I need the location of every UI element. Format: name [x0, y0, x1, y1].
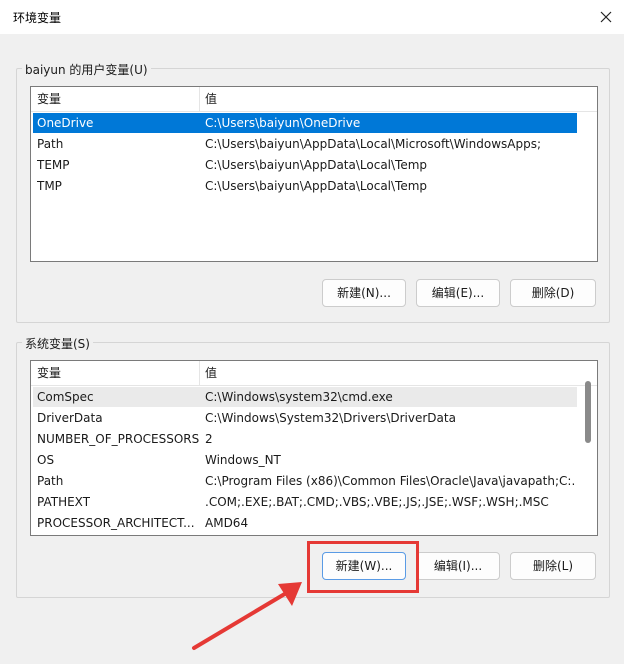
user-new-button[interactable]: 新建(N)...	[322, 279, 406, 307]
vertical-scrollbar[interactable]	[585, 381, 591, 443]
user-vars-header: 变量 值	[31, 87, 597, 112]
window-title: 环境变量	[13, 11, 62, 25]
system-vars-label: 系统变量(S)	[22, 335, 93, 352]
user-var-row[interactable]: TMP C:\Users\baiyun\AppData\Local\Temp	[33, 176, 577, 196]
var-value: AMD64	[205, 516, 249, 530]
var-name: OneDrive	[37, 116, 94, 130]
system-var-row[interactable]: NUMBER_OF_PROCESSORS 2	[33, 429, 577, 449]
system-vars-list[interactable]: 变量 值 ComSpec C:\Windows\system32\cmd.exe…	[30, 360, 598, 536]
var-name: OS	[37, 453, 55, 467]
title-bar: 环境变量	[0, 0, 624, 34]
system-var-row[interactable]: DriverData C:\Windows\System32\Drivers\D…	[33, 408, 577, 428]
var-value: C:\Users\baiyun\AppData\Local\Temp	[205, 158, 428, 172]
user-vars-label: baiyun 的用户变量(U)	[22, 61, 151, 78]
column-header-name[interactable]: 变量	[31, 361, 199, 385]
var-value: Windows_NT	[205, 453, 281, 467]
system-var-row[interactable]: PATHEXT .COM;.EXE;.BAT;.CMD;.VBS;.VBE;.J…	[33, 492, 577, 512]
system-var-row[interactable]: OS Windows_NT	[33, 450, 577, 470]
var-name: ComSpec	[37, 390, 94, 404]
var-name: PATHEXT	[37, 495, 91, 509]
var-value: C:\Users\baiyun\AppData\Local\Microsoft\…	[205, 137, 542, 151]
var-name: DriverData	[37, 411, 103, 425]
close-button[interactable]	[590, 2, 622, 32]
var-value: C:\Windows\system32\cmd.exe	[205, 390, 393, 404]
user-var-row[interactable]: OneDrive C:\Users\baiyun\OneDrive	[33, 113, 577, 133]
user-var-row[interactable]: TEMP C:\Users\baiyun\AppData\Local\Temp	[33, 155, 577, 175]
column-header-value[interactable]: 值	[199, 361, 217, 385]
user-edit-button[interactable]: 编辑(E)...	[416, 279, 500, 307]
var-value: C:\Windows\System32\Drivers\DriverData	[205, 411, 456, 425]
var-name: Path	[37, 137, 64, 151]
var-value: 2	[205, 432, 213, 446]
arrow-icon	[192, 582, 302, 650]
system-var-row[interactable]: PROCESSOR_ARCHITECT... AMD64	[33, 513, 577, 533]
column-header-value[interactable]: 值	[199, 87, 217, 111]
var-name: TMP	[37, 179, 62, 193]
var-name: PROCESSOR_ARCHITECT...	[37, 516, 195, 530]
system-delete-button[interactable]: 删除(L)	[510, 552, 596, 580]
user-var-row[interactable]: Path C:\Users\baiyun\AppData\Local\Micro…	[33, 134, 577, 154]
system-edit-button[interactable]: 编辑(I)...	[416, 552, 500, 580]
user-delete-button[interactable]: 删除(D)	[510, 279, 596, 307]
close-icon	[600, 11, 612, 23]
highlight-box	[307, 541, 419, 593]
user-vars-list[interactable]: 变量 值 OneDrive C:\Users\baiyun\OneDrive P…	[30, 86, 598, 262]
var-name: Path	[37, 474, 64, 488]
var-value: .COM;.EXE;.BAT;.CMD;.VBS;.VBE;.JS;.JSE;.…	[205, 495, 549, 509]
column-header-name[interactable]: 变量	[31, 87, 199, 111]
system-var-row[interactable]: ComSpec C:\Windows\system32\cmd.exe	[33, 387, 577, 407]
system-vars-header: 变量 值	[31, 361, 597, 386]
var-value: C:\Users\baiyun\AppData\Local\Temp	[205, 179, 428, 193]
var-value: C:\Program Files (x86)\Common Files\Orac…	[205, 474, 575, 488]
var-name: NUMBER_OF_PROCESSORS	[37, 432, 200, 446]
var-name: TEMP	[37, 158, 70, 172]
var-value: C:\Users\baiyun\OneDrive	[205, 116, 361, 130]
system-var-row[interactable]: Path C:\Program Files (x86)\Common Files…	[33, 471, 577, 491]
